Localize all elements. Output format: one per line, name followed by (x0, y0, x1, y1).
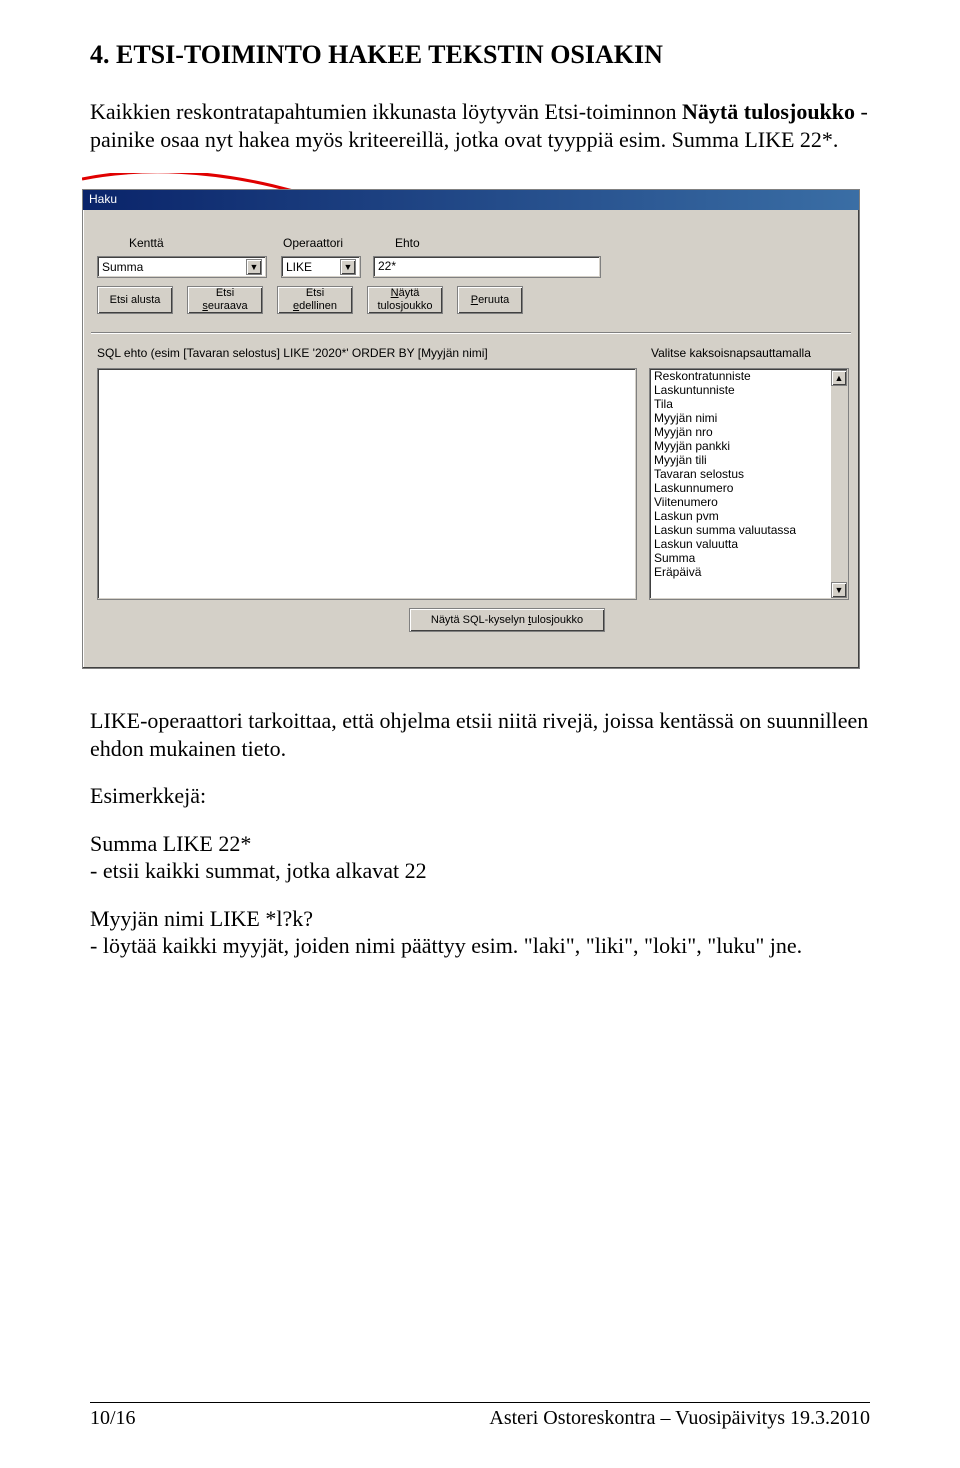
peruuta-button[interactable]: Peruuta (457, 286, 523, 314)
footer-rule (90, 1402, 870, 1403)
etsi-alusta-button[interactable]: Etsi alusta (97, 286, 173, 314)
scroll-down-icon[interactable]: ▼ (831, 582, 847, 598)
label-ehto: Ehto (395, 236, 420, 250)
footer-page: 10/16 (90, 1407, 136, 1430)
nayta-tulosjoukko-button[interactable]: Näytä tulosjoukko (367, 286, 443, 314)
dialog-titlebar: Haku (83, 190, 859, 210)
chevron-down-icon[interactable]: ▼ (246, 259, 262, 275)
operaattori-combo[interactable]: LIKE ▼ (281, 256, 361, 278)
nayta-sql-tulosjoukko-button[interactable]: Näytä SQL-kyselyn tulosjoukko (409, 608, 605, 632)
inline-bold: Näytä tulosjoukko (682, 99, 855, 124)
list-item[interactable]: Tila (650, 397, 848, 411)
list-item[interactable]: Myyjän nimi (650, 411, 848, 425)
list-item[interactable]: Reskontratunniste (650, 369, 848, 383)
chevron-down-icon[interactable]: ▼ (340, 259, 356, 275)
list-item[interactable]: Laskun summa valuutassa (650, 523, 848, 537)
sql-label-right: Valitse kaksoisnapsauttamalla (651, 346, 811, 360)
list-item[interactable]: Myyjän nro (650, 425, 848, 439)
screenshot-container: Haku Kenttä Operaattori Ehto Summa ▼ LIK… (82, 173, 864, 673)
separator (91, 332, 851, 333)
examples-heading: Esimerkkejä: (90, 782, 870, 810)
etsi-edellinen-button[interactable]: Etsi edellinen (277, 286, 353, 314)
scroll-up-icon[interactable]: ▲ (831, 370, 847, 386)
list-item[interactable]: Tavaran selostus (650, 467, 848, 481)
list-item[interactable]: Laskun pvm (650, 509, 848, 523)
like-paragraph: LIKE-operaattori tarkoittaa, että ohjelm… (90, 707, 870, 762)
operaattori-value: LIKE (286, 260, 312, 274)
kentta-value: Summa (102, 260, 143, 274)
list-item[interactable]: Summa (650, 551, 848, 565)
list-item[interactable]: Laskunnumero (650, 481, 848, 495)
intro-paragraph-1: Kaikkien reskontratapahtumien ikkunasta … (90, 98, 870, 153)
sql-textarea[interactable] (97, 368, 637, 600)
list-item[interactable]: Myyjän pankki (650, 439, 848, 453)
label-operaattori: Operaattori (283, 236, 343, 250)
list-item[interactable]: Viitenumero (650, 495, 848, 509)
label-kentta: Kenttä (129, 236, 164, 250)
example-2-body: - löytää kaikki myyjät, joiden nimi päät… (90, 932, 870, 960)
kentta-combo[interactable]: Summa ▼ (97, 256, 267, 278)
list-item[interactable]: Myyjän tili (650, 453, 848, 467)
list-item[interactable]: Laskun valuutta (650, 537, 848, 551)
etsi-seuraava-button[interactable]: Etsi seuraava (187, 286, 263, 314)
footer-title: Asteri Ostoreskontra – Vuosipäivitys 19.… (489, 1407, 870, 1430)
list-item[interactable]: Eräpäivä (650, 565, 848, 579)
example-2-head: Myyjän nimi LIKE *l?k? (90, 905, 870, 933)
field-listbox[interactable]: Reskontratunniste Laskuntunniste Tila My… (649, 368, 849, 600)
example-1-body: - etsii kaikki summat, jotka alkavat 22 (90, 857, 870, 885)
ehto-input[interactable]: 22* (373, 256, 601, 278)
example-1-head: Summa LIKE 22* (90, 830, 870, 858)
haku-dialog: Haku Kenttä Operaattori Ehto Summa ▼ LIK… (82, 189, 860, 669)
intro-para-1a: Kaikkien reskontratapahtumien ikkunasta … (90, 99, 677, 124)
section-heading: 4. ETSI-TOIMINTO HAKEE TEKSTIN OSIAKIN (90, 40, 870, 70)
list-item[interactable]: Laskuntunniste (650, 383, 848, 397)
sql-label-left: SQL ehto (esim [Tavaran selostus] LIKE '… (97, 346, 488, 360)
scrollbar[interactable]: ▲ ▼ (831, 370, 847, 598)
